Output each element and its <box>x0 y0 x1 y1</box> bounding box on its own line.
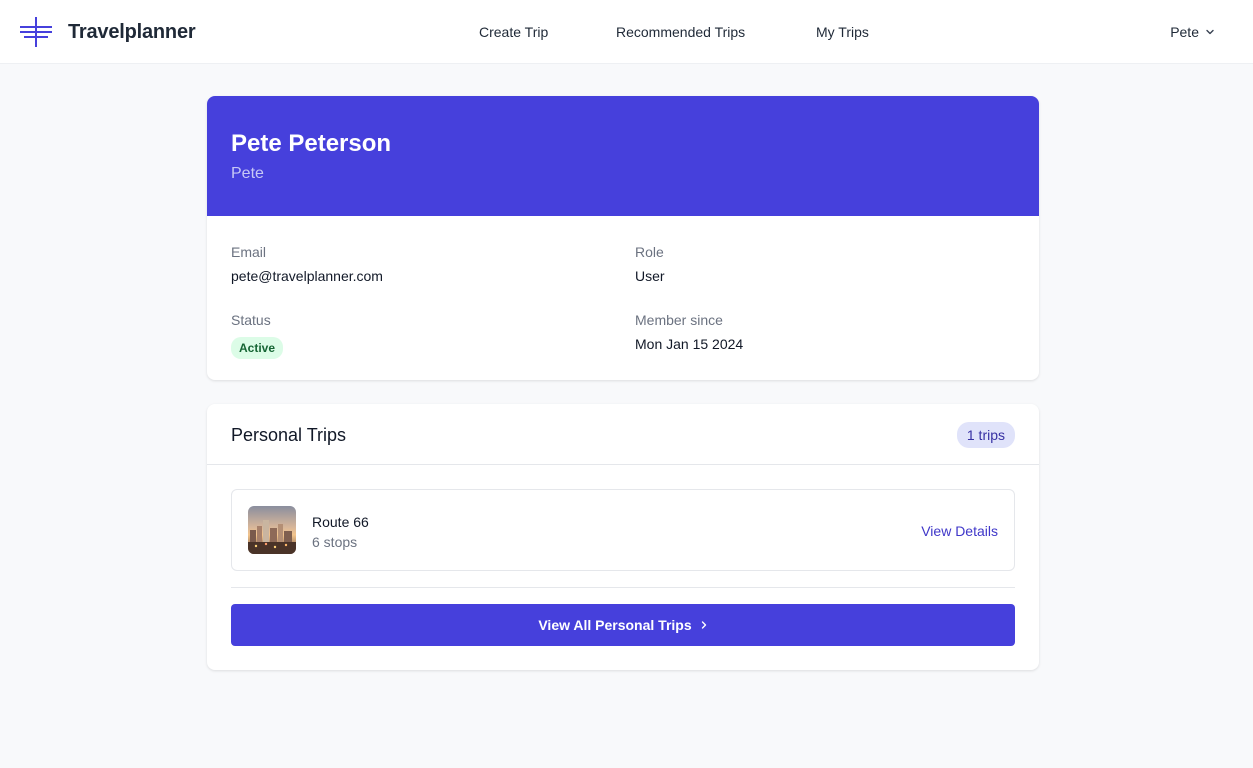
role-value: User <box>635 268 665 284</box>
top-navigation-bar: Travelplanner Create Trip Recommended Tr… <box>0 0 1253 64</box>
trip-list-item[interactable]: Route 66 6 stops View Details <box>231 489 1015 571</box>
view-all-personal-trips-button[interactable]: View All Personal Trips <box>231 604 1015 646</box>
status-badge: Active <box>231 337 284 359</box>
role-label: Role <box>635 244 664 260</box>
trip-stops: 6 stops <box>312 534 358 550</box>
member-since-label: Member since <box>635 312 723 328</box>
chevron-right-icon <box>701 621 706 629</box>
user-menu-button[interactable]: Pete <box>1170 24 1215 40</box>
status-label: Status <box>231 312 271 328</box>
role-field: Role User <box>635 243 665 285</box>
profile-username: Pete <box>231 165 264 182</box>
email-label: Email <box>231 244 267 260</box>
member-since-field: Member since Mon Jan 15 2024 <box>635 311 743 353</box>
profile-info-grid: Email pete@travelplanner.com Role User S… <box>207 216 1039 380</box>
trip-thumbnail-image <box>248 506 296 554</box>
member-since-value: Mon Jan 15 2024 <box>635 336 744 352</box>
email-field: Email pete@travelplanner.com <box>231 243 383 285</box>
profile-card: Pete Peterson Pete Email pete@travelplan… <box>207 96 1039 380</box>
chevron-down-icon <box>1206 29 1214 35</box>
nav-create-trip[interactable]: Create Trip <box>479 24 548 40</box>
profile-header: Pete Peterson Pete <box>207 96 1039 216</box>
nav-recommended-trips[interactable]: Recommended Trips <box>616 24 745 40</box>
profile-full-name: Pete Peterson <box>231 130 392 157</box>
personal-trips-header: Personal Trips 1 trips <box>207 404 1039 465</box>
user-menu-label: Pete <box>1170 24 1199 40</box>
trip-name: Route 66 <box>312 514 369 530</box>
view-details-link[interactable]: View Details <box>921 522 998 540</box>
personal-trips-title: Personal Trips <box>231 425 347 445</box>
divider <box>231 587 1015 588</box>
view-all-label: View All Personal Trips <box>538 617 692 633</box>
nav-my-trips[interactable]: My Trips <box>816 24 869 40</box>
personal-trips-card: Personal Trips 1 trips Route 66 6 stops … <box>207 404 1039 670</box>
status-field: Status Active <box>231 311 284 359</box>
trips-count-badge: 1 trips <box>956 422 1015 448</box>
email-value: pete@travelplanner.com <box>231 268 383 284</box>
main-nav: Create Trip Recommended Trips My Trips <box>0 0 1253 64</box>
